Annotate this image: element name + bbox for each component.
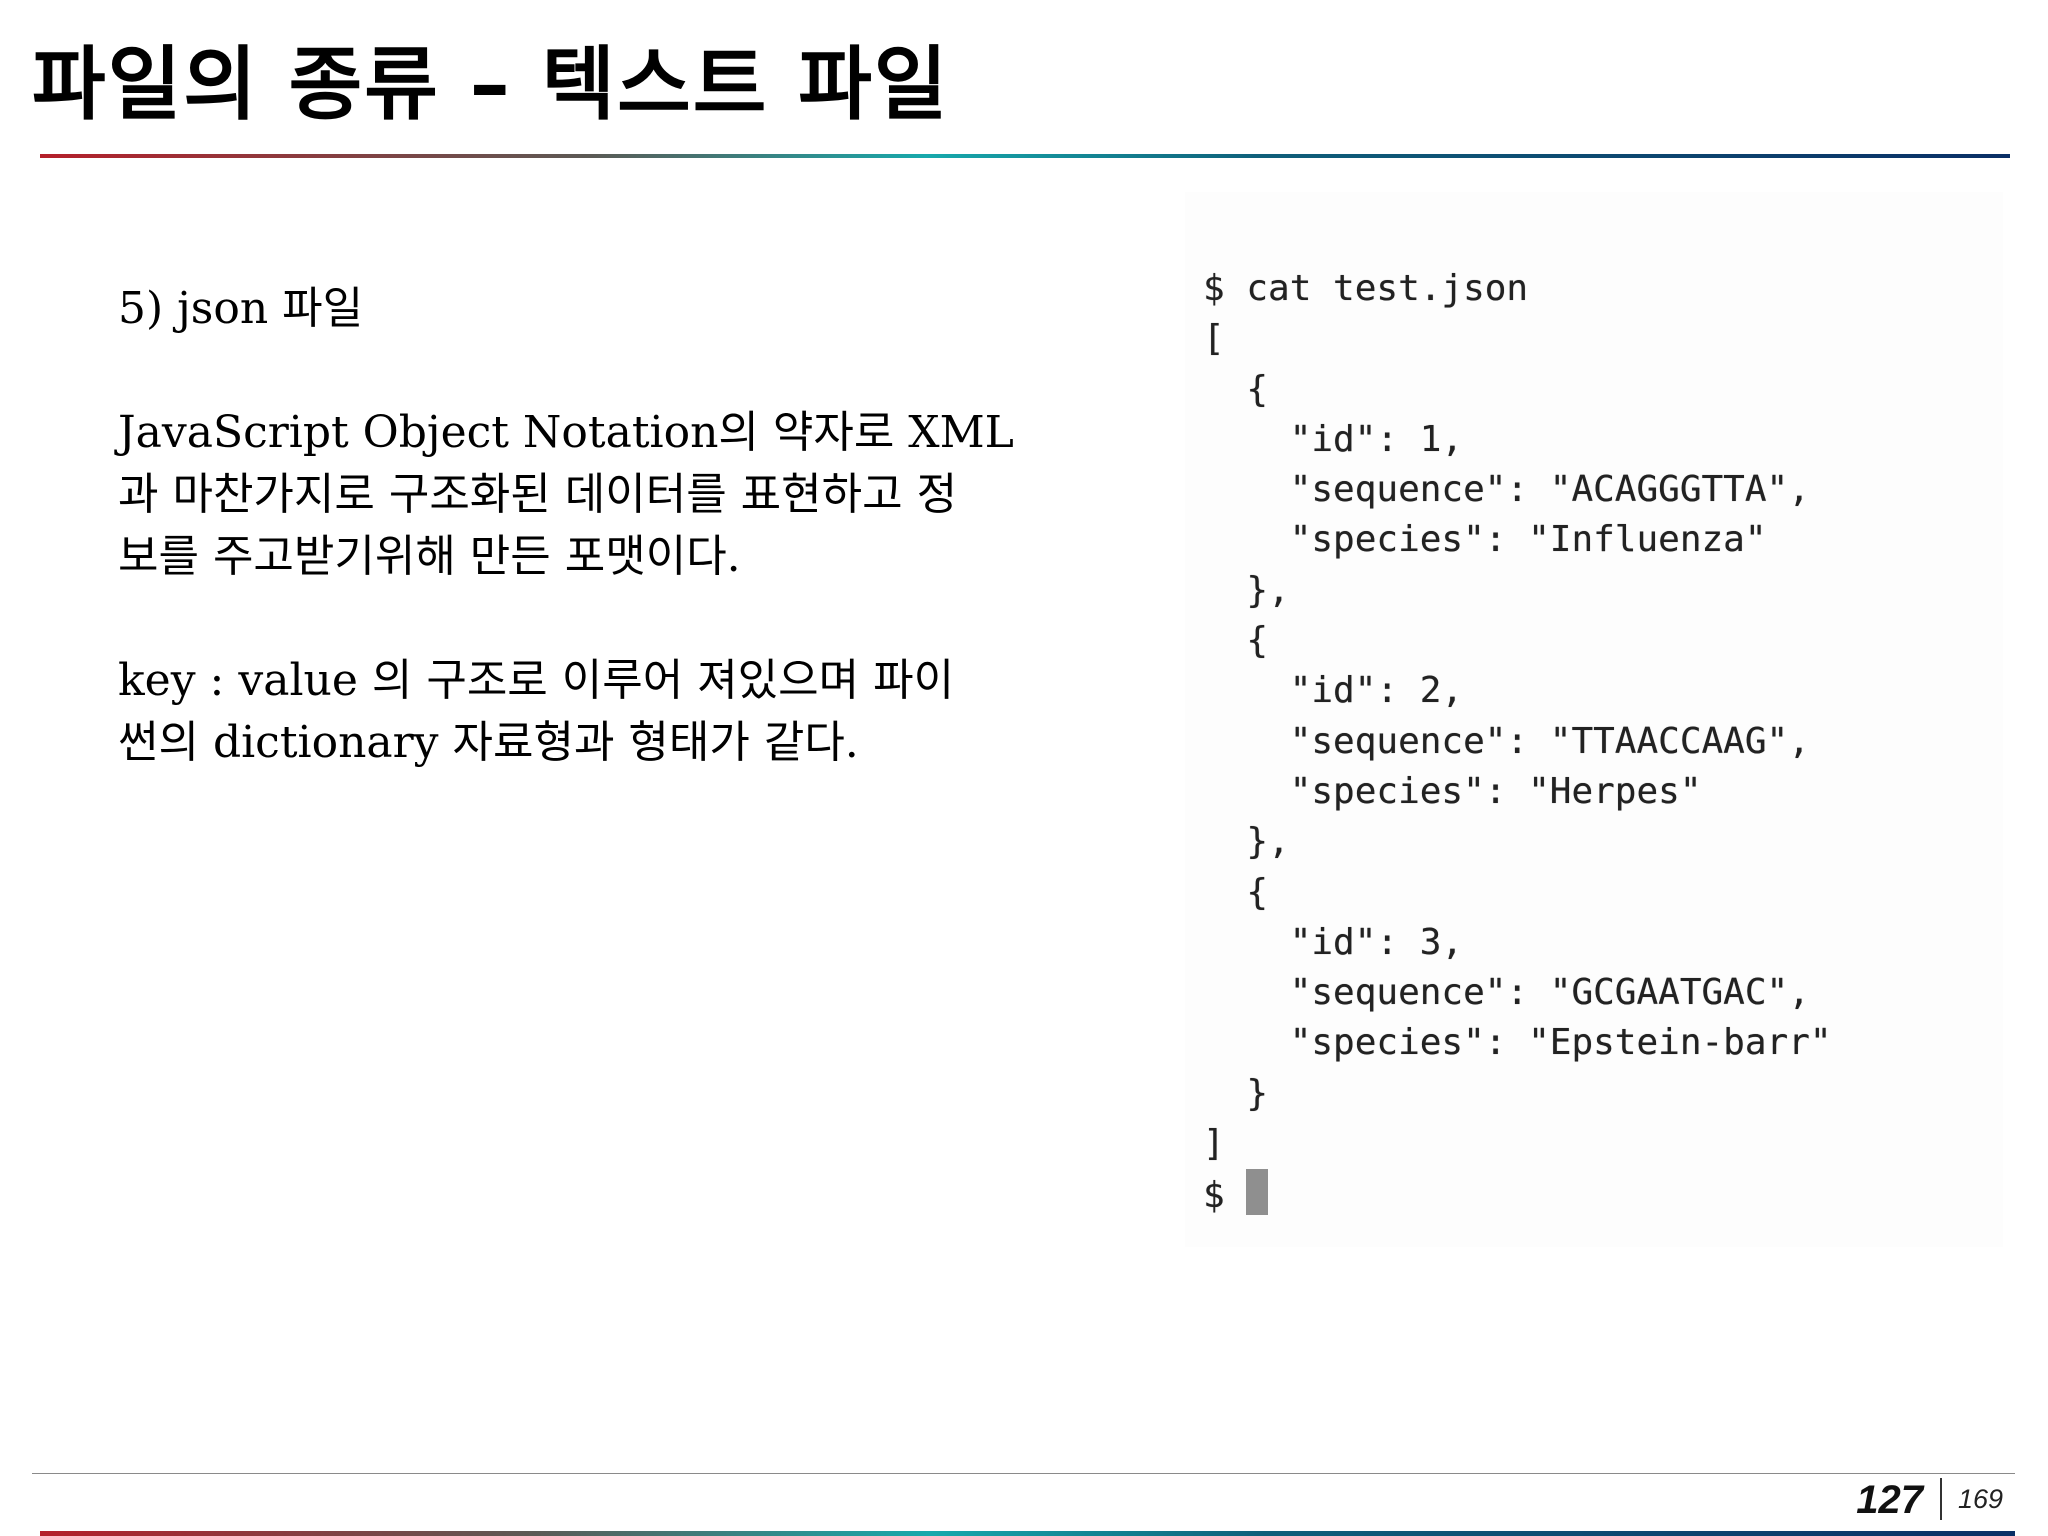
page-number-separator [1940,1478,1942,1520]
terminal-prompt: $ [1203,1175,1247,1217]
content-text-block: 5) json 파일 JavaScript Object Notation의 약… [118,278,1078,836]
section-heading: 5) json 파일 [118,283,364,334]
terminal-output: $ cat test.json [ { "id": 1, "sequence":… [1203,264,1832,1222]
current-page-number: 127 [1856,1478,1923,1522]
terminal-output-text: $ cat test.json [ { "id": 1, "sequence":… [1203,268,1832,1165]
slide-title: 파일의 종류 – 텍스트 파일 [32,38,950,131]
total-page-count: 169 [1958,1484,2004,1514]
key-value-description: key : value 의 구조로 이루어 져있으며 파이 썬의 diction… [118,655,955,768]
footer-divider [32,1473,2015,1474]
terminal-cursor [1246,1169,1269,1216]
terminal-screenshot: $ cat test.json [ { "id": 1, "sequence":… [1185,192,2003,1247]
json-description: JavaScript Object Notation의 약자로 XML 과 마찬… [118,407,1014,582]
bottom-accent-bar [40,1531,2015,1536]
title-underline [40,154,2010,158]
